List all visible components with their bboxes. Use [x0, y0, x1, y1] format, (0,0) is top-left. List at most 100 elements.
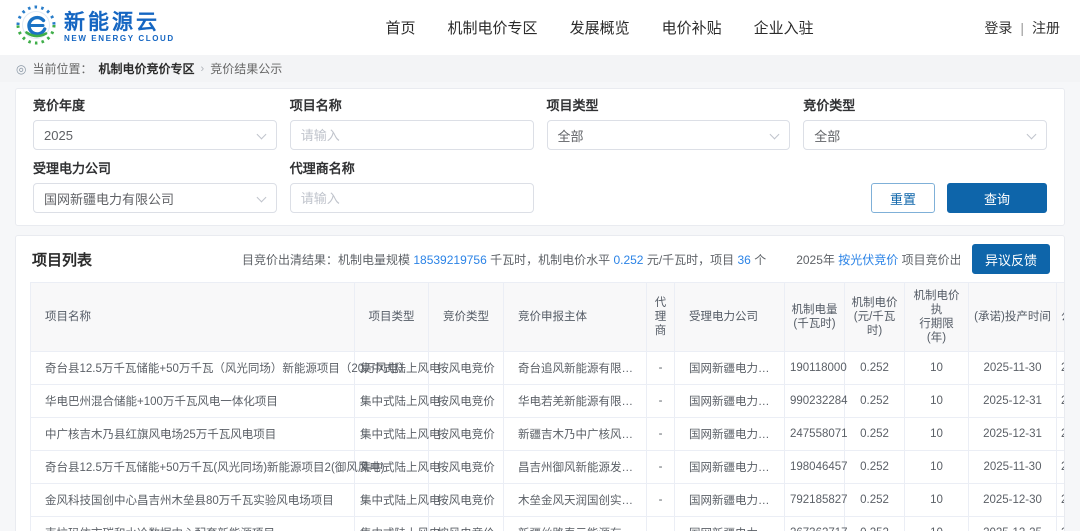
cell-r1-c6: 990232284 [785, 385, 845, 418]
cell-r3-c3: 昌吉州御风新能源发电有限公司 [504, 451, 647, 484]
project-name-input-wrap [290, 120, 534, 150]
login-link[interactable]: 登录 [984, 18, 1012, 38]
filter-panel: 竞价年度 2025 项目名称 项目类型 全部 竞价类型 全部 [15, 88, 1065, 226]
cell-r2-c2: 按风电竞价 [429, 418, 504, 451]
nav-item-4[interactable]: 企业入驻 [754, 17, 814, 38]
breadcrumb: ◎ 当前位置： 机制电价竞价专区 › 竞价结果公示 [0, 55, 1080, 82]
switch-pv-bidding-link[interactable]: 按光伏竞价 [838, 253, 898, 267]
brand-subtitle: NEW ENERGY CLOUD [64, 34, 175, 43]
column-header-4: 代理商 [647, 283, 675, 352]
cell-r4-c3: 木垒金风天润国创实验风电有... [504, 484, 647, 517]
table-row: 奇台县12.5万千瓦储能+50万千瓦（风光同场）新能源项目（20万风电）集中式陆… [31, 352, 1065, 385]
summary-text: 目竞价出清结果：机制电量规模 [242, 253, 413, 267]
nav-item-3[interactable]: 电价补贴 [662, 17, 722, 38]
reset-button[interactable]: 重置 [871, 183, 935, 213]
column-header-3: 竞价申报主体 [504, 283, 647, 352]
cell-r3-c4: - [647, 451, 675, 484]
cell-r1-c7: 0.252 [845, 385, 905, 418]
logo[interactable]: 新能源云 NEW ENERGY CLOUD [16, 5, 175, 50]
power-company-select[interactable]: 国网新疆电力有限公司 [33, 183, 277, 213]
cell-r1-c1: 集中式陆上风电 [355, 385, 429, 418]
bidding-type-value: 全部 [814, 126, 840, 145]
agent-name-input[interactable] [301, 191, 523, 206]
cell-r5-c10: 20 [1057, 517, 1065, 531]
project-type-value: 全部 [558, 126, 584, 145]
cell-r0-c8: 10 [905, 352, 969, 385]
summary-text: 元/千瓦时，项目 [643, 253, 737, 267]
cell-r4-c7: 0.252 [845, 484, 905, 517]
chevron-down-icon [1027, 130, 1037, 140]
top-header: 新能源云 NEW ENERGY CLOUD 首页 机制电价专区 发展概览 电价补贴 企业… [0, 0, 1080, 55]
objection-feedback-button[interactable]: 异议反馈 [972, 244, 1050, 274]
chevron-down-icon [770, 130, 780, 140]
cell-r5-c1: 集中式陆上风电 [355, 517, 429, 531]
cell-r4-c9: 2025-12-30 [969, 484, 1057, 517]
cell-r4-c2: 按风电竞价 [429, 484, 504, 517]
nav-item-2[interactable]: 发展概览 [570, 17, 630, 38]
auth-links: 登录 | 注册 [984, 18, 1060, 38]
breadcrumb-section[interactable]: 机制电价竞价专区 [99, 60, 195, 77]
power-company-label: 受理电力公司 [33, 161, 277, 176]
cell-r4-c0: 金风科技国创中心昌吉州木垒县80万千瓦实验风电场项目 [31, 484, 355, 517]
cell-r1-c0: 华电巴州混合储能+100万千瓦风电一体化项目 [31, 385, 355, 418]
cell-r5-c4: - [647, 517, 675, 531]
column-header-9: (承诺)投产时间 [969, 283, 1057, 352]
cell-r3-c1: 集中式陆上风电 [355, 451, 429, 484]
register-link[interactable]: 注册 [1032, 18, 1060, 38]
summary-text: 项目竞价出清结果：机制电量规模 [898, 253, 960, 267]
column-header-1: 项目类型 [355, 283, 429, 352]
cell-r1-c2: 按风电竞价 [429, 385, 504, 418]
breadcrumb-current: 竞价结果公示 [210, 60, 282, 77]
cell-r2-c8: 10 [905, 418, 969, 451]
project-type-label: 项目类型 [547, 98, 791, 113]
cell-r4-c1: 集中式陆上风电 [355, 484, 429, 517]
cell-r0-c5: 国网新疆电力有限... [675, 352, 785, 385]
field-project-type: 项目类型 全部 [547, 98, 791, 150]
table-row: 奇台县12.5万千瓦储能+50万千瓦(风光同场)新能源项目2(御风风电)集中式陆… [31, 451, 1065, 484]
cell-r0-c0: 奇台县12.5万千瓦储能+50万千瓦（风光同场）新能源项目（20万风电） [31, 352, 355, 385]
nav-item-0[interactable]: 首页 [386, 17, 416, 38]
cell-r5-c7: 0.252 [845, 517, 905, 531]
auth-separator: | [1020, 20, 1024, 36]
table-row: 中广核吉木乃县红旗风电场25万千瓦风电项目集中式陆上风电按风电竞价新疆吉木乃中广… [31, 418, 1065, 451]
summary-value: 18539219756 [413, 253, 486, 267]
cell-r3-c7: 0.252 [845, 451, 905, 484]
cell-r5-c8: 10 [905, 517, 969, 531]
cell-r4-c10: 20 [1057, 484, 1065, 517]
filter-actions: 重置 查询 [547, 161, 1048, 213]
cell-r0-c1: 集中式陆上风电 [355, 352, 429, 385]
cell-r4-c6: 792185827 [785, 484, 845, 517]
nav-item-1[interactable]: 机制电价专区 [448, 17, 538, 38]
cell-r3-c10: 20 [1057, 451, 1065, 484]
table-row: 克拉玛依市碳和水冷数据中心配套新能源项目集中式陆上风电按风电竞价新疆丝路泰元能源… [31, 517, 1065, 531]
project-name-label: 项目名称 [290, 98, 534, 113]
project-name-input[interactable] [301, 128, 523, 143]
cell-r1-c9: 2025-12-31 [969, 385, 1057, 418]
cell-r2-c4: - [647, 418, 675, 451]
summary-value: 0.252 [613, 253, 643, 267]
field-power-company: 受理电力公司 国网新疆电力有限公司 [33, 161, 277, 213]
results-table: 项目名称项目类型竞价类型竞价申报主体代理商受理电力公司机制电量 (千瓦时)机制电… [30, 282, 1064, 531]
cell-r4-c4: - [647, 484, 675, 517]
cell-r1-c4: - [647, 385, 675, 418]
cell-r2-c3: 新疆吉木乃中广核风力发电有... [504, 418, 647, 451]
cell-r5-c3: 新疆丝路泰元能源有限责任公司 [504, 517, 647, 531]
bidding-year-select[interactable]: 2025 [33, 120, 277, 150]
cell-r2-c6: 247558071 [785, 418, 845, 451]
column-header-8: 机制电价执 行期限 (年) [905, 283, 969, 352]
cell-r0-c6: 190118000 [785, 352, 845, 385]
project-type-select[interactable]: 全部 [547, 120, 791, 150]
cell-r2-c1: 集中式陆上风电 [355, 418, 429, 451]
bidding-type-select[interactable]: 全部 [803, 120, 1047, 150]
cell-r2-c10: 20 [1057, 418, 1065, 451]
cell-r0-c4: - [647, 352, 675, 385]
field-agent-name: 代理商名称 [290, 161, 534, 213]
location-target-icon: ◎ [16, 63, 26, 75]
field-bidding-type: 竞价类型 全部 [803, 98, 1047, 150]
search-button[interactable]: 查询 [947, 183, 1047, 213]
cell-r1-c8: 10 [905, 385, 969, 418]
cell-r5-c9: 2025-12-25 [969, 517, 1057, 531]
cell-r0-c10: 20 [1057, 352, 1065, 385]
main-nav: 首页 机制电价专区 发展概览 电价补贴 企业入驻 [215, 17, 985, 38]
bidding-type-label: 竞价类型 [803, 98, 1047, 113]
